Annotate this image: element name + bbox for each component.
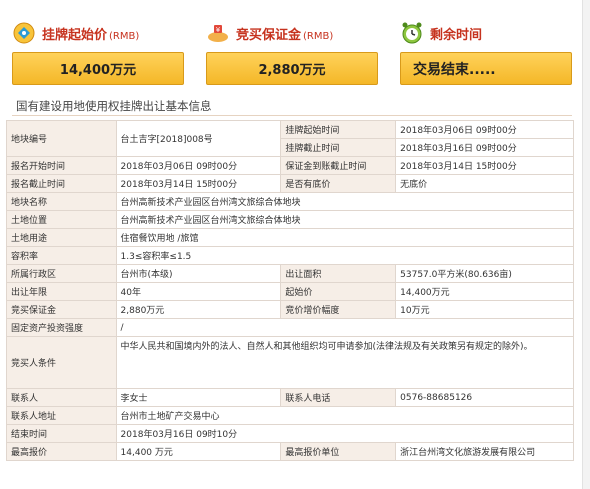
remaining-time-value: 交易结束..... (400, 52, 572, 85)
table-label: 竞买保证金 (6, 300, 117, 319)
table-row: 地块名称 台州高新技术产业园区台州湾文旅综合体地块 (6, 192, 575, 211)
table-label: 所属行政区 (6, 264, 117, 283)
table-label: 最高报价 (6, 442, 117, 461)
table-value: 浙江台州湾文化旅游发展有限公司 (395, 442, 574, 461)
section-title: 国有建设用地使用权挂牌出让基本信息 (12, 96, 572, 116)
table-row: 所属行政区 台州市(本级) 出让面积 53757.0平方米(80.636亩) (6, 264, 574, 283)
table-value: 2018年03月16日 09时00分 (395, 138, 574, 157)
table-value: 台州高新技术产业园区台州湾文旅综合体地块 (115, 210, 575, 229)
table-value: 2018年03月16日 09时10分 (115, 424, 575, 443)
table-value: 无底价 (395, 174, 574, 193)
table-label: 土地用途 (6, 228, 117, 247)
alarm-clock-icon (400, 21, 424, 45)
table-value: 住宿餐饮用地 /旅馆 (115, 228, 575, 247)
table-value: 2018年03月14日 15时00分 (395, 156, 574, 175)
table-value: 台土吉字[2018]008号 (115, 120, 282, 157)
table-row: 固定资产投资强度 / (6, 318, 575, 337)
table-label: 容积率 (6, 246, 117, 265)
table-label: 固定资产投资强度 (6, 318, 117, 337)
summary-bar: 挂牌起始价 (RMB) 14,400万元 ¥ 竞买保证金 (RMB) 2,880万元… (0, 0, 590, 95)
table-label: 最高报价单位 (280, 442, 397, 461)
table-label: 地块名称 (6, 192, 117, 211)
table-row: 联系人 李女士 联系人电话 0576-88685126 (6, 388, 574, 407)
table-label: 竞买人条件 (6, 336, 117, 389)
table-label: 土地位置 (6, 210, 117, 229)
table-label: 报名开始时间 (6, 156, 117, 175)
table-value: 14,400 万元 (115, 442, 282, 461)
deposit-value: 2,880万元 (206, 52, 378, 85)
table-value: 2,880万元 (115, 300, 282, 319)
price-tag-icon (12, 21, 36, 45)
table-value: / (115, 318, 575, 337)
table-label: 起始价 (280, 282, 397, 301)
table-value: 台州市土地矿产交易中心 (115, 406, 575, 425)
table-row: 地块编号 台土吉字[2018]008号 挂牌起始时间 2018年03月06日 0… (6, 120, 574, 157)
table-label: 结束时间 (6, 424, 117, 443)
table-value: 53757.0平方米(80.636亩) (395, 264, 574, 283)
table-label: 报名截止时间 (6, 174, 117, 193)
table-value: 台州高新技术产业园区台州湾文旅综合体地块 (115, 192, 575, 211)
table-value: 台州市(本级) (115, 264, 282, 283)
table-label: 联系人 (6, 388, 117, 407)
table-label: 是否有底价 (280, 174, 397, 193)
hands-money-icon: ¥ (206, 21, 230, 45)
table-value: 10万元 (395, 300, 574, 319)
table-value: 中华人民共和国境内外的法人、自然人和其他组织均可申请参加(法律法规及有关政策另有… (115, 336, 575, 389)
table-label: 保证金到账截止时间 (280, 156, 397, 175)
table-value: 40年 (115, 282, 282, 301)
table-value: 14,400万元 (395, 282, 574, 301)
table-value: 2018年03月14日 15时00分 (115, 174, 282, 193)
table-label: 出让年限 (6, 282, 117, 301)
table-row: 容积率 1.3≤容积率≤1.5 (6, 246, 575, 265)
table-label: 出让面积 (280, 264, 397, 283)
start-price-stat: 挂牌起始价 (RMB) 14,400万元 (12, 18, 184, 85)
table-label: 联系人电话 (280, 388, 397, 407)
deposit-label: 竞买保证金 (RMB) (236, 27, 334, 43)
table-row: 最高报价 14,400 万元 最高报价单位 浙江台州湾文化旅游发展有限公司 (6, 442, 574, 461)
table-row: 报名开始时间 2018年03月06日 09时00分 保证金到账截止时间 2018… (6, 156, 574, 175)
deposit-stat: ¥ 竞买保证金 (RMB) 2,880万元 (206, 18, 378, 85)
land-info-table: 地块编号 台土吉字[2018]008号 挂牌起始时间 2018年03月06日 0… (6, 120, 575, 461)
svg-text:¥: ¥ (216, 26, 221, 34)
table-value: 李女士 (115, 388, 282, 407)
remaining-time-stat: 剩余时间 交易结束..... (400, 18, 572, 85)
table-row: 联系人地址 台州市土地矿产交易中心 (6, 406, 575, 425)
start-price-value: 14,400万元 (12, 52, 184, 85)
table-row: 结束时间 2018年03月16日 09时10分 (6, 424, 575, 443)
table-value: 2018年03月06日 09时00分 (395, 120, 574, 139)
table-row: 竞买保证金 2,880万元 竞价增价幅度 10万元 (6, 300, 574, 319)
scrollbar[interactable] (582, 0, 590, 489)
table-label: 竞价增价幅度 (280, 300, 397, 319)
remaining-time-label: 剩余时间 (430, 27, 483, 43)
table-row: 土地用途 住宿餐饮用地 /旅馆 (6, 228, 575, 247)
table-label: 联系人地址 (6, 406, 117, 425)
table-row: 土地位置 台州高新技术产业园区台州湾文旅综合体地块 (6, 210, 575, 229)
table-value: 0576-88685126 (395, 388, 574, 407)
table-value: 2018年03月06日 09时00分 (115, 156, 282, 175)
table-label: 挂牌截止时间 (280, 138, 397, 157)
start-price-label: 挂牌起始价 (RMB) (42, 27, 140, 43)
table-label: 挂牌起始时间 (280, 120, 397, 139)
table-row: 报名截止时间 2018年03月14日 15时00分 是否有底价 无底价 (6, 174, 574, 193)
table-label: 地块编号 (6, 120, 117, 157)
table-value: 1.3≤容积率≤1.5 (115, 246, 575, 265)
table-row: 竞买人条件 中华人民共和国境内外的法人、自然人和其他组织均可申请参加(法律法规及… (6, 336, 575, 389)
table-row: 出让年限 40年 起始价 14,400万元 (6, 282, 574, 301)
